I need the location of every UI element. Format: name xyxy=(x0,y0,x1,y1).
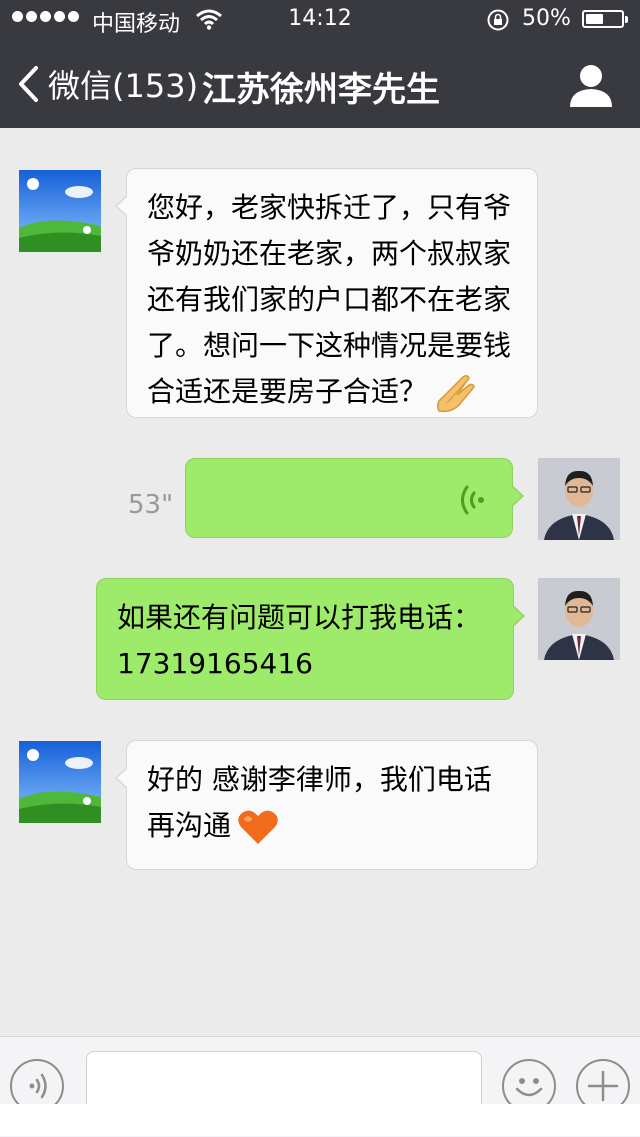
folded-hands-emoji xyxy=(436,374,475,413)
message-bubble-incoming[interactable]: 好的 感谢李律师，我们电话 再沟通 xyxy=(115,740,538,870)
battery-percentage: 50% xyxy=(522,6,571,31)
screen-bottom-edge xyxy=(0,1104,640,1136)
voice-message-bubble[interactable] xyxy=(185,458,524,538)
contact-avatar[interactable] xyxy=(19,170,101,252)
contact-profile-icon[interactable] xyxy=(566,62,616,108)
message-bubble-incoming[interactable]: 您好，老家快拆迁了，只有爷 爷奶奶还在老家，两个叔叔家 还有我们家的户口都不在老… xyxy=(115,168,538,418)
chevron-left-icon xyxy=(19,66,38,102)
battery-fill xyxy=(586,14,603,24)
status-bar: 中国移动 14:12 50% xyxy=(0,0,640,40)
chat-title: 江苏徐州李先生 xyxy=(202,70,440,110)
landscape-avatar-image xyxy=(19,741,101,823)
my-avatar[interactable] xyxy=(538,578,620,660)
rotation-lock-icon xyxy=(487,9,509,31)
lawyer-portrait-avatar xyxy=(538,458,620,540)
contact-avatar[interactable] xyxy=(19,741,101,823)
orange-heart-emoji xyxy=(238,810,278,844)
message-bubble-outgoing[interactable]: 如果还有问题可以打我电话： 17319165416 xyxy=(96,578,525,700)
battery-icon xyxy=(582,10,628,28)
top-bar: 中国移动 14:12 50% 微信(153) 江苏徐州李先生 xyxy=(0,0,640,128)
navigation-bar: 微信(153) 江苏徐州李先生 xyxy=(0,40,640,128)
message-text: 好的 感谢李律师，我们电话 再沟通 xyxy=(147,763,492,842)
voice-wave-icon xyxy=(461,485,484,515)
lawyer-portrait-avatar xyxy=(538,578,620,660)
back-button[interactable]: 微信(153) xyxy=(16,62,198,106)
back-label: 微信(153) xyxy=(48,67,199,105)
my-avatar[interactable] xyxy=(538,458,620,540)
landscape-avatar-image xyxy=(19,170,101,252)
voice-duration: 53" xyxy=(128,490,174,520)
message-text: 如果还有问题可以打我电话： 17319165416 xyxy=(117,601,482,680)
